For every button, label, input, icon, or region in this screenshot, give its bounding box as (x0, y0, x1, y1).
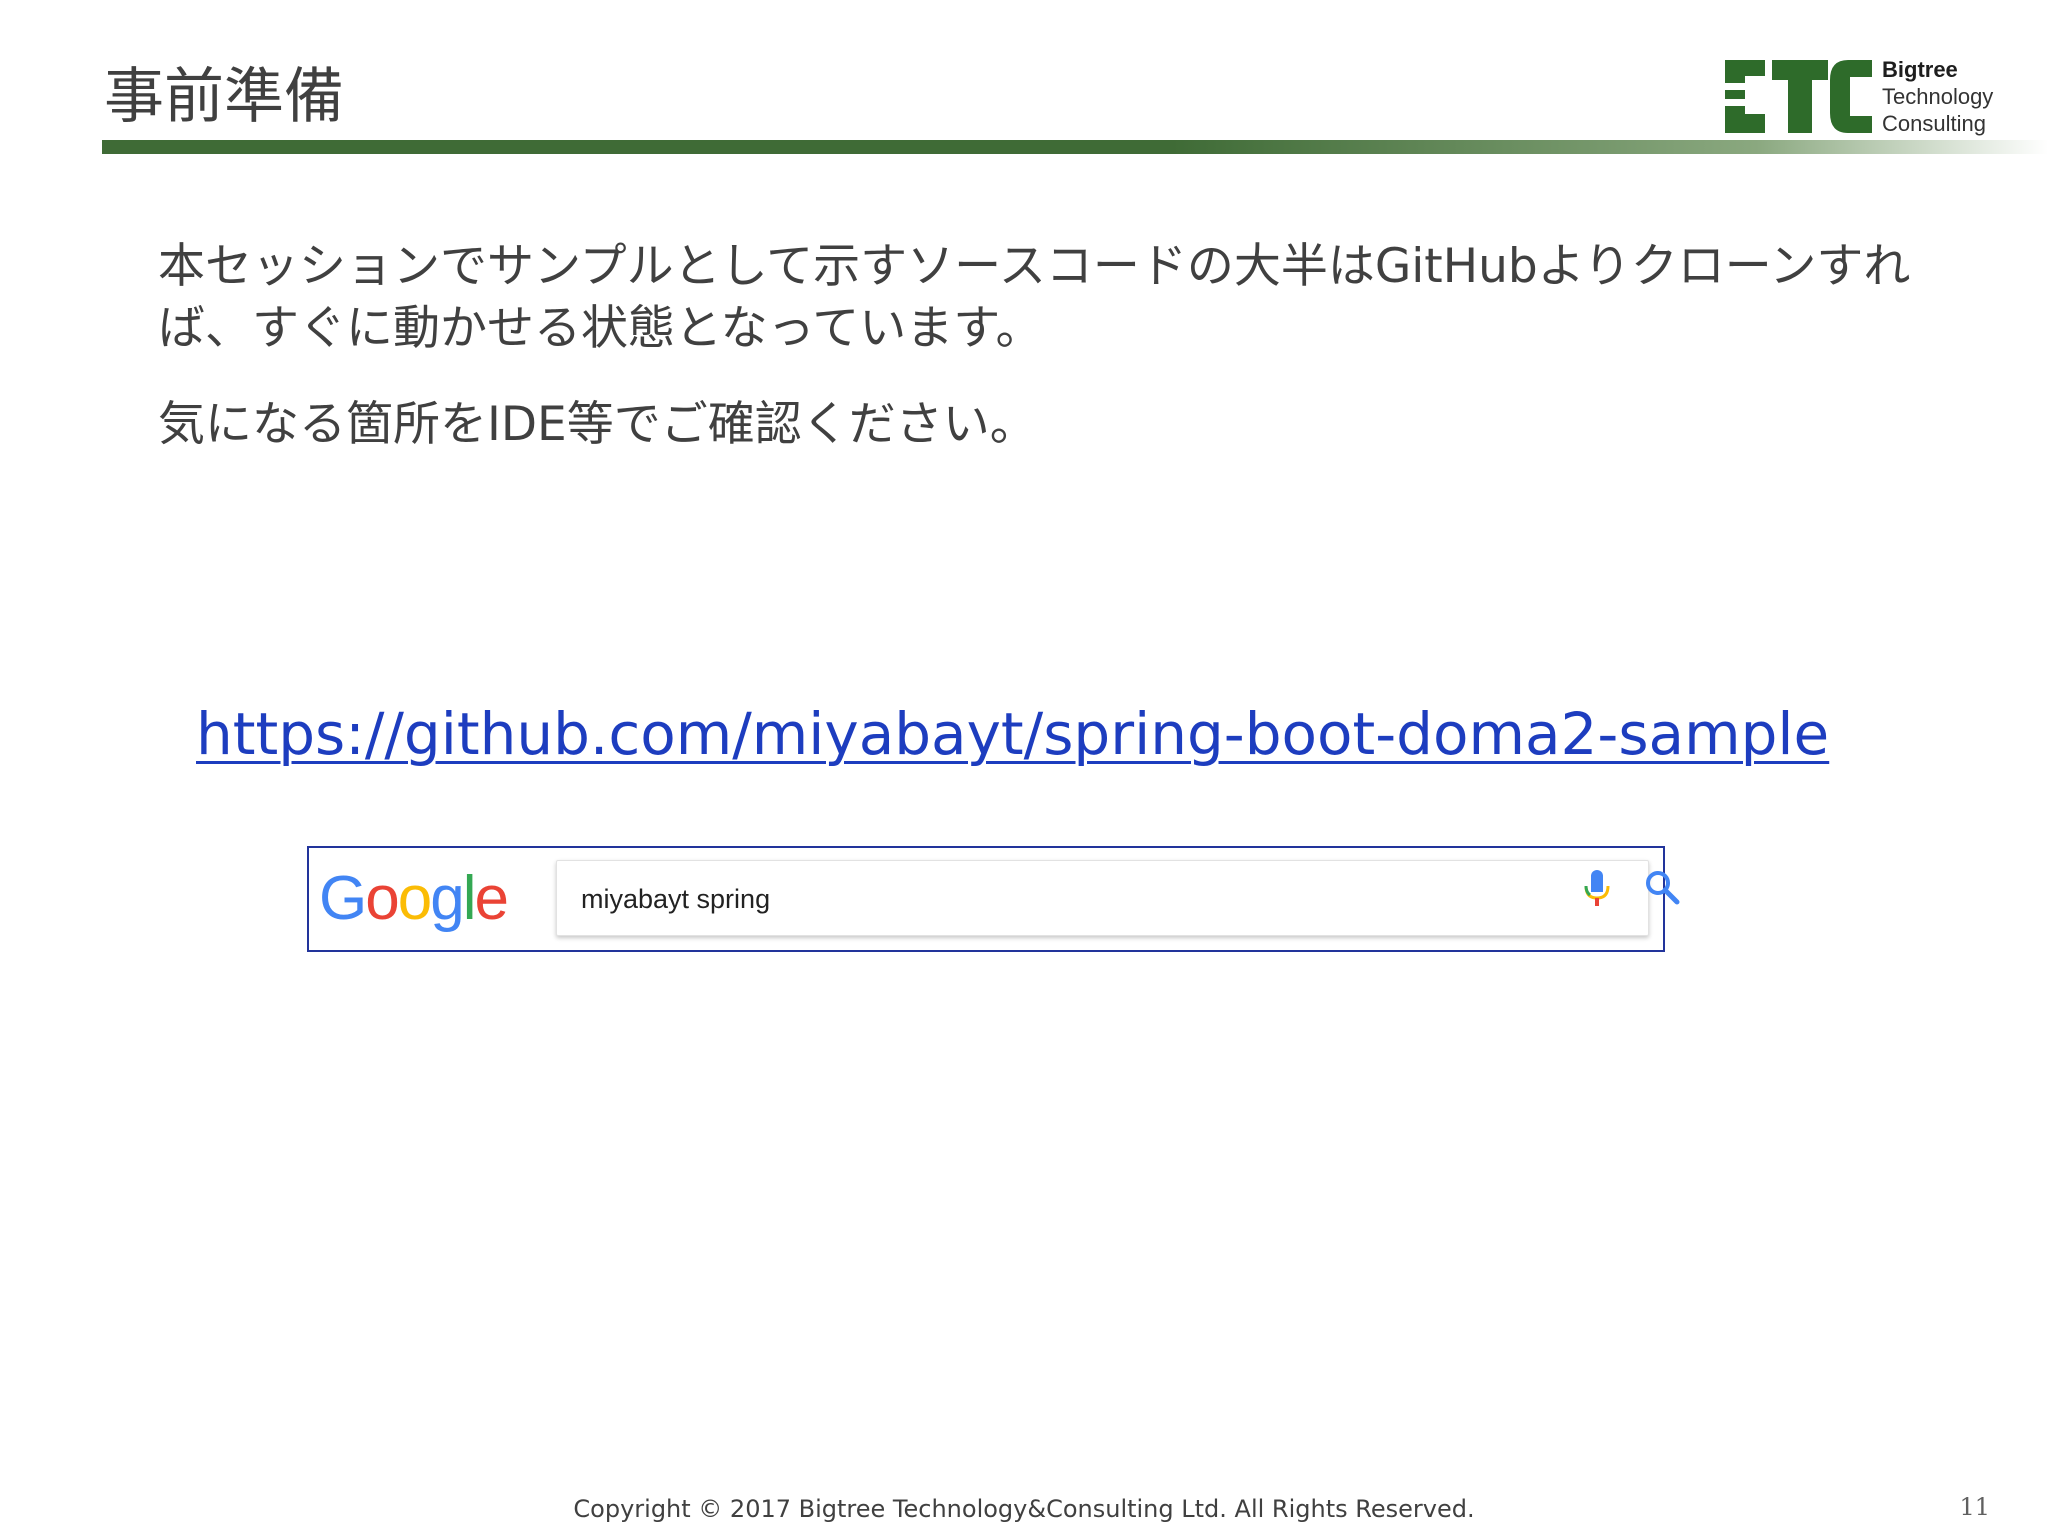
magnifier-icon[interactable] (1642, 867, 1682, 907)
logo-line-3: Consulting (1882, 111, 1986, 136)
title-underline-rule (102, 140, 2048, 154)
paragraph-clone-note: 本セッションでサンプルとして示すソースコードの大半はGitHubよりクローンすれ… (158, 239, 1911, 356)
microphone-icon[interactable] (1579, 868, 1615, 908)
search-input[interactable] (581, 879, 1481, 919)
repo-link[interactable]: https://github.com/miyabayt/spring-boot-… (196, 694, 1829, 774)
company-logo: Bigtree Technology Consulting (1722, 54, 2032, 140)
google-logo-letter-o2: o (397, 864, 433, 933)
slide-title: 事前準備 (104, 62, 344, 132)
google-logo-letter-o1: o (365, 864, 400, 933)
google-logo-letter-g: G (319, 864, 367, 933)
page-number: 11 (1959, 1493, 1990, 1521)
btc-logo-mark (1725, 60, 1872, 133)
logo-line-1: Bigtree (1882, 57, 1958, 82)
copyright-footer: Copyright © 2017 Bigtree Technology&Cons… (573, 1495, 1475, 1523)
google-logo-letter-l: l (462, 864, 477, 933)
body-text: 本セッションでサンプルとして示すソースコードの大半はGitHubよりクローンすれ… (158, 236, 1958, 456)
google-logo-letter-g2: g (430, 864, 465, 933)
search-box (556, 860, 1649, 936)
logo-line-2: Technology (1882, 84, 1994, 109)
paragraph-ide-note: 気になる箇所をIDE等でご確認ください。 (158, 397, 1037, 452)
google-logo-letter-e: e (474, 864, 509, 933)
google-search-screenshot: Google (307, 846, 1680, 952)
google-logo: Google (319, 864, 509, 933)
logo-wordmark: Bigtree Technology Consulting (1882, 56, 1993, 137)
